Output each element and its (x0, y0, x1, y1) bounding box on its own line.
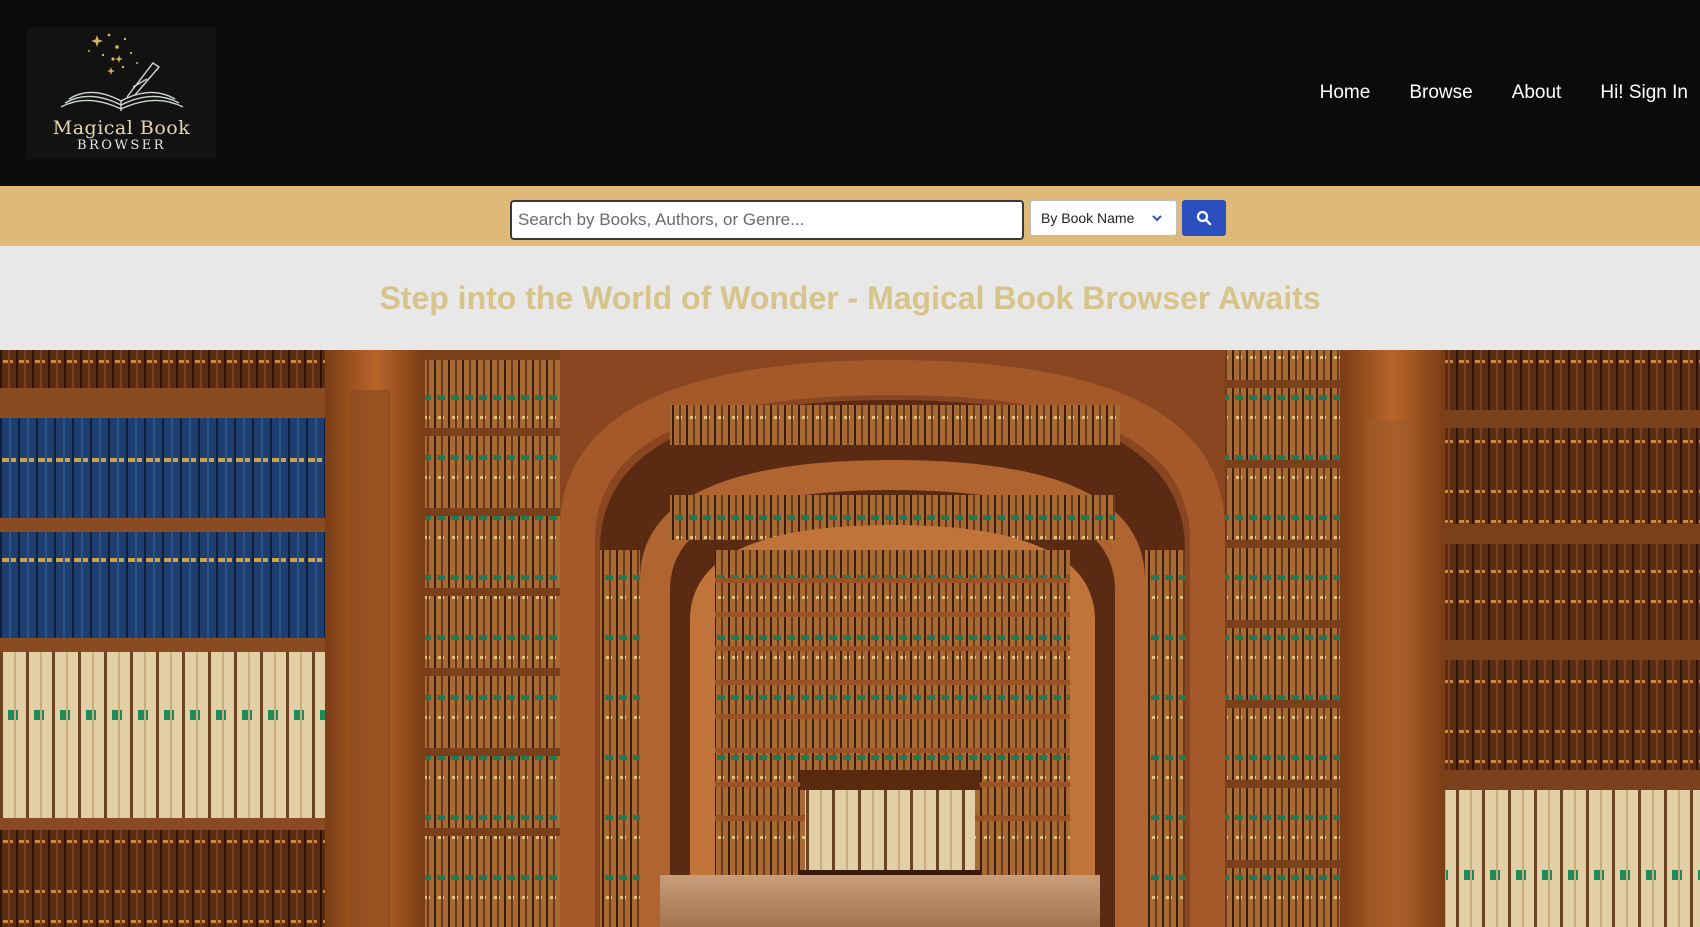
search-input[interactable] (510, 200, 1024, 240)
brand-logo[interactable]: Magical Book BROWSER (27, 27, 216, 159)
library-hero-image (0, 350, 1700, 927)
nav-browse-link[interactable]: Browse (1370, 82, 1472, 104)
search-mode-value: By Book Name (1041, 210, 1135, 226)
chevron-down-icon (1152, 215, 1162, 222)
brand-title: Magical Book (52, 117, 191, 139)
search-icon (1196, 210, 1212, 226)
brand-subtitle: BROWSER (76, 138, 167, 153)
search-bar: By Book Name (0, 186, 1700, 246)
tagline-band: Step into the World of Wonder - Magical … (0, 246, 1700, 350)
nav-about-link[interactable]: About (1473, 82, 1562, 104)
top-navbar: Magical Book BROWSER Home Browse About H… (0, 0, 1700, 186)
nav-sign-in-link[interactable]: Hi! Sign In (1561, 82, 1688, 104)
library-illustration (0, 350, 1700, 927)
main-nav: Home Browse About Hi! Sign In (1281, 82, 1688, 104)
search-button[interactable] (1182, 200, 1226, 236)
nav-home-link[interactable]: Home (1281, 82, 1371, 104)
search-mode-select[interactable]: By Book Name (1030, 200, 1177, 236)
page-tagline: Step into the World of Wonder - Magical … (379, 279, 1321, 316)
